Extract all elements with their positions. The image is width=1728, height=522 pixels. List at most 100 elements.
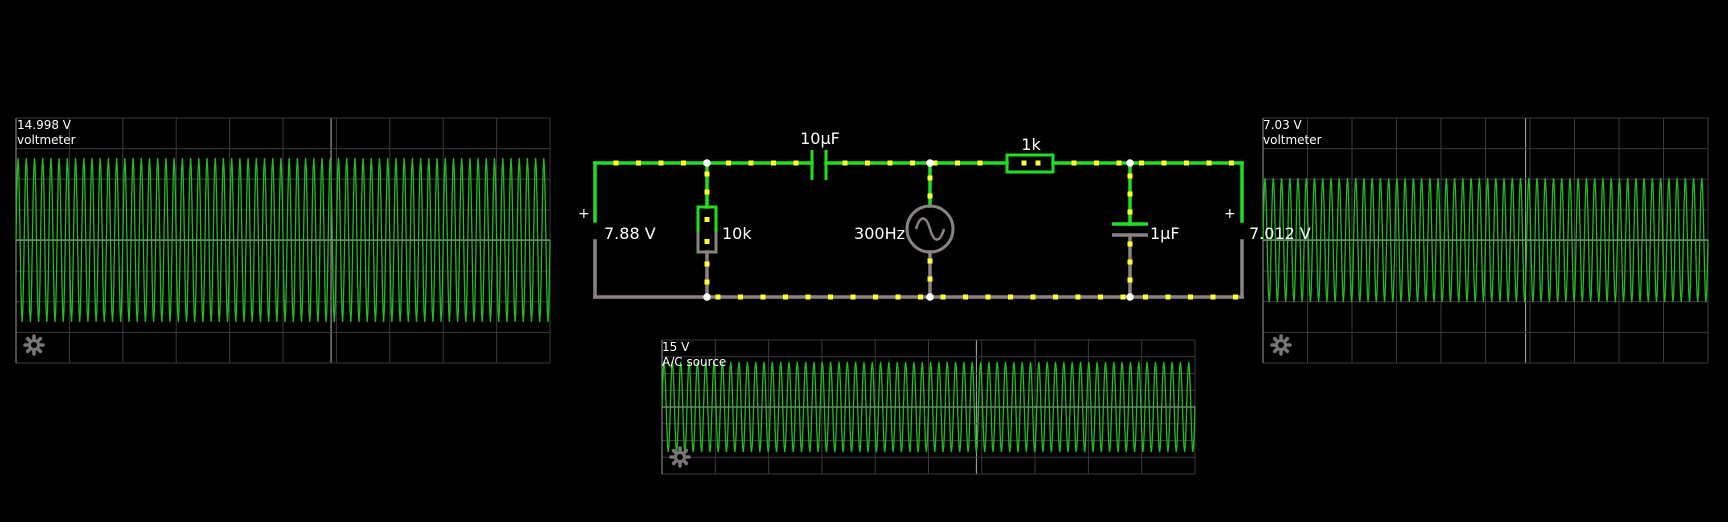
current-dot bbox=[927, 276, 933, 282]
current-dot bbox=[771, 160, 776, 166]
current-dot bbox=[704, 279, 710, 285]
scope-bottom-ac-source[interactable]: 15 V A/C source bbox=[661, 339, 1196, 475]
current-dot bbox=[828, 294, 833, 300]
capacitor-10uf[interactable] bbox=[810, 150, 828, 180]
current-dot bbox=[1139, 160, 1144, 166]
circuit-diagram[interactable]: 10µF 1k 10k 300Hz 1µF + 7.88 V + 7.012 V bbox=[578, 129, 1311, 301]
current-dot bbox=[748, 160, 754, 166]
scope-bottom-label: A/C source bbox=[662, 355, 726, 369]
scope-right-voltmeter[interactable]: 7.03 V voltmeter bbox=[1262, 117, 1709, 364]
current-dot bbox=[865, 160, 870, 166]
resistor-10k[interactable] bbox=[696, 205, 718, 254]
current-dot bbox=[985, 294, 991, 300]
current-dot bbox=[940, 294, 946, 300]
scope-right-label: voltmeter bbox=[1263, 133, 1322, 147]
current-dot bbox=[887, 160, 893, 166]
current-dot bbox=[927, 193, 933, 199]
current-dot bbox=[1094, 160, 1099, 166]
scope-right-value: 7.03 V bbox=[1263, 118, 1303, 132]
sine-wave-icon bbox=[914, 217, 946, 241]
junction-node bbox=[926, 293, 934, 301]
current-dot bbox=[1035, 160, 1041, 166]
current-dot bbox=[873, 294, 878, 300]
current-dot bbox=[636, 160, 641, 166]
capacitor-1uf-label: 1µF bbox=[1150, 224, 1180, 243]
current-dot bbox=[927, 258, 933, 264]
current-dot bbox=[658, 160, 664, 166]
current-dot bbox=[1143, 294, 1148, 300]
resistor-1k[interactable] bbox=[1005, 153, 1055, 174]
current-dot bbox=[1233, 294, 1238, 300]
current-dot bbox=[927, 175, 933, 181]
junction-node bbox=[1126, 159, 1134, 167]
current-dot bbox=[977, 160, 983, 166]
scope-left-voltmeter[interactable]: 14.998 V voltmeter bbox=[15, 117, 551, 364]
current-dot bbox=[704, 239, 710, 244]
current-dot bbox=[1165, 294, 1171, 300]
ac-source-label: 300Hz bbox=[854, 224, 905, 243]
ac-source-300hz[interactable] bbox=[905, 204, 955, 254]
current-dot bbox=[1229, 160, 1234, 166]
current-dot bbox=[1127, 191, 1133, 197]
junction-node bbox=[926, 159, 934, 167]
current-dot bbox=[1127, 259, 1133, 265]
junction-node bbox=[1126, 293, 1134, 301]
gear-icon[interactable] bbox=[23, 334, 45, 356]
current-dot bbox=[1127, 173, 1133, 179]
current-dot bbox=[1161, 160, 1167, 166]
circuit-simulator-canvas[interactable]: 14.998 V voltmeter 7.03 V voltmeter 15 V… bbox=[0, 0, 1728, 518]
current-dot bbox=[681, 160, 686, 166]
wires-ground[interactable] bbox=[593, 233, 1244, 299]
current-dot bbox=[1127, 241, 1133, 247]
current-dot bbox=[1008, 294, 1013, 300]
current-dot bbox=[805, 294, 811, 300]
current-dot bbox=[918, 294, 923, 300]
current-dot bbox=[1188, 294, 1193, 300]
wires-live[interactable] bbox=[593, 161, 1244, 226]
capacitor-10uf-label: 10µF bbox=[800, 129, 840, 148]
junction-node bbox=[703, 159, 711, 167]
current-dot bbox=[613, 160, 619, 166]
current-dot bbox=[1120, 294, 1126, 300]
gear-icon[interactable] bbox=[669, 446, 691, 468]
meter-right-voltage: 7.012 V bbox=[1249, 224, 1311, 243]
resistor-1k-label: 1k bbox=[1021, 135, 1041, 154]
current-dot bbox=[1206, 160, 1212, 166]
current-dot bbox=[1071, 160, 1077, 166]
current-dot bbox=[1210, 294, 1216, 300]
current-dot bbox=[1030, 294, 1036, 300]
meter-left-plus: + bbox=[578, 206, 590, 222]
current-dot bbox=[1075, 294, 1081, 300]
current-dot bbox=[895, 294, 901, 300]
scope-left-value: 14.998 V bbox=[17, 118, 72, 132]
current-dot bbox=[1021, 160, 1027, 166]
gear-icon[interactable] bbox=[1270, 334, 1292, 356]
current-dot bbox=[715, 294, 721, 300]
junction-nodes bbox=[703, 159, 1134, 301]
current-dot bbox=[793, 160, 799, 166]
meter-left-voltage: 7.88 V bbox=[604, 224, 656, 243]
current-dot bbox=[842, 160, 848, 166]
current-dot bbox=[760, 294, 766, 300]
current-dot bbox=[704, 171, 710, 177]
current-dot bbox=[704, 261, 710, 267]
current-dot bbox=[704, 217, 710, 222]
current-dot bbox=[1127, 209, 1133, 215]
current-dot bbox=[1127, 277, 1133, 283]
current-dot bbox=[1116, 160, 1122, 166]
current-dot bbox=[1098, 294, 1103, 300]
current-dot bbox=[738, 294, 743, 300]
current-dot bbox=[910, 160, 915, 166]
current-dot bbox=[783, 294, 788, 300]
current-dot bbox=[1053, 294, 1058, 300]
junction-node bbox=[703, 293, 711, 301]
current-dot bbox=[704, 189, 710, 195]
scope-left-label: voltmeter bbox=[17, 133, 76, 147]
resistor-10k-label: 10k bbox=[722, 224, 752, 243]
meter-right-plus: + bbox=[1224, 206, 1236, 222]
capacitor-1uf[interactable] bbox=[1112, 222, 1148, 237]
current-dot bbox=[1184, 160, 1189, 166]
scope-bottom-value: 15 V bbox=[662, 340, 690, 354]
current-dot bbox=[955, 160, 960, 166]
current-dot bbox=[726, 160, 731, 166]
